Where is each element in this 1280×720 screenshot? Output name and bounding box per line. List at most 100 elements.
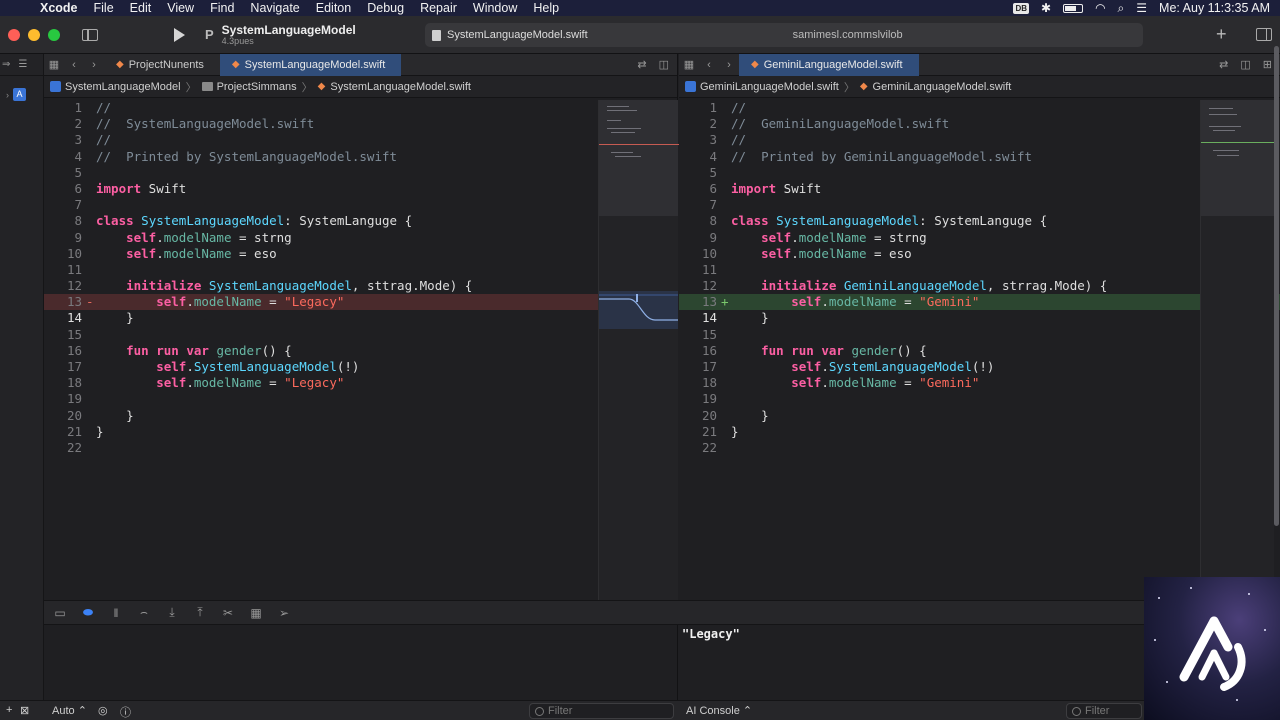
split-editor-icon[interactable]: ◫ — [1240, 58, 1250, 71]
code-line[interactable]: 10 self.modelName = eso — [44, 246, 677, 262]
code-line[interactable]: 5 — [679, 165, 1280, 181]
code-line[interactable]: 12 initialize SystemLanguageModel, sttra… — [44, 278, 677, 294]
code-line[interactable]: 21} — [679, 424, 1280, 440]
scissors-icon[interactable]: ✂ — [220, 606, 236, 620]
menu-debug[interactable]: Debug — [359, 1, 412, 15]
menu-editor[interactable]: Editon — [308, 1, 359, 15]
menu-find[interactable]: Find — [202, 1, 242, 15]
breadcrumb-item[interactable]: ProjectSimmans — [217, 81, 297, 93]
minimap-viewport[interactable] — [599, 100, 678, 216]
search-icon[interactable]: ⌕ — [1118, 1, 1125, 16]
code-line[interactable]: 20 } — [44, 408, 677, 424]
inspector-toggle-icon[interactable] — [1256, 28, 1272, 41]
menu-view[interactable]: View — [159, 1, 202, 15]
delete-icon[interactable]: ⊠ — [20, 704, 29, 717]
code-line[interactable]: 13 + self.modelName = "Gemini" — [679, 294, 1280, 311]
related-items-icon[interactable]: ⇄ — [637, 58, 646, 71]
breakpoints-icon[interactable]: ⬬ — [80, 605, 96, 620]
step-out-icon[interactable]: ⤒ — [192, 605, 208, 620]
breadcrumb-item[interactable]: SystemLanguageModel — [65, 81, 181, 93]
code-line[interactable]: 12 initialize GeminiLanguageModel, strra… — [679, 278, 1280, 294]
code-line[interactable]: 4 // Printed by GeminiLanguageModel.swift — [679, 149, 1280, 165]
view-hierarchy-icon[interactable]: ▦ — [248, 606, 264, 620]
code-editor-left[interactable]: 1 // 2 // SystemLanguageModel.swift 3 // 4 // P… — [44, 100, 677, 456]
tab-system-language-model[interactable]: ◆ SystemLanguageModel.swift — [219, 53, 402, 76]
code-line[interactable]: 21} — [44, 424, 677, 440]
breadcrumb-item[interactable]: GeminiLanguageModel.swift — [700, 81, 839, 93]
back-icon[interactable]: ‹ — [64, 59, 84, 71]
code-editor-right[interactable]: 1 // 2 // GeminiLanguageModel.swift 3 // 4 // P… — [679, 100, 1280, 456]
code-line[interactable]: 10 self.modelName = eso — [679, 246, 1280, 262]
hide-debug-area-icon[interactable]: ▭ — [52, 606, 68, 620]
disclosure-icon[interactable]: › — [6, 90, 9, 100]
menu-edit[interactable]: Edit — [122, 1, 160, 15]
menu-window[interactable]: Window — [465, 1, 525, 15]
code-line[interactable]: 16 fun run var gender() { — [679, 343, 1280, 359]
code-line[interactable]: 1 // — [679, 100, 1280, 116]
auto-select[interactable]: Auto ⌃ — [52, 704, 87, 717]
zoom-window-button[interactable] — [48, 28, 60, 41]
code-line[interactable]: 1 // — [44, 100, 677, 116]
code-line[interactable]: 9 self.modelName = strng — [679, 230, 1280, 246]
code-line[interactable]: 14 } — [44, 310, 677, 326]
menu-file[interactable]: File — [86, 1, 122, 15]
related-items-icon[interactable]: ⇄ — [1219, 58, 1228, 71]
navigator-toggle-icon[interactable] — [82, 28, 98, 41]
pause-icon[interactable]: ‖ — [108, 606, 124, 620]
code-line[interactable]: 9 self.modelName = strng — [44, 230, 677, 246]
forward-icon[interactable]: › — [84, 59, 104, 71]
grid-icon[interactable]: ▦ — [679, 58, 699, 71]
control-center-icon[interactable]: ☰ — [1136, 1, 1147, 15]
code-line[interactable]: 7 — [679, 197, 1280, 213]
code-line[interactable]: 15 — [44, 327, 677, 343]
vertical-scrollbar[interactable] — [1274, 46, 1279, 526]
db-badge-icon[interactable]: DB — [1013, 2, 1029, 14]
code-line[interactable]: 3 // — [44, 132, 677, 148]
console-filter[interactable]: Filter — [1066, 703, 1142, 719]
code-line[interactable]: 17 self.SystemLanguageModel(!) — [679, 359, 1280, 375]
info-icon[interactable]: ⓘ — [120, 704, 131, 720]
code-line[interactable]: 5 — [44, 165, 677, 181]
code-line[interactable]: 6 import Swift — [679, 181, 1280, 197]
menubar-clock[interactable]: Me: Auy 11:3:35 AM — [1159, 1, 1270, 15]
project-row[interactable]: › A — [0, 76, 43, 101]
code-line[interactable]: 2 // SystemLanguageModel.swift — [44, 116, 677, 132]
code-line[interactable]: 20 } — [679, 408, 1280, 424]
wifi-icon[interactable]: ◠ — [1095, 1, 1105, 15]
add-filter-icon[interactable]: + — [6, 704, 12, 716]
minimap-right[interactable] — [1200, 100, 1275, 600]
menu-navigate[interactable]: Navigate — [242, 1, 307, 15]
activity-view[interactable]: SystemLanguageModel.swift samimesl.comms… — [425, 23, 1143, 47]
tab-project-nunents[interactable]: ◆ ProjectNunents — [104, 54, 220, 76]
location-icon[interactable]: ➢ — [276, 606, 292, 620]
eye-icon[interactable]: ◎ — [98, 704, 108, 717]
code-line[interactable]: 14 } — [679, 310, 1280, 326]
breadcrumb-item[interactable]: GeminiLanguageModel.swift — [873, 81, 1012, 93]
code-line[interactable]: 18 self.modelName = "Legacy" — [44, 375, 677, 391]
code-line[interactable]: 8 class SystemLanguageModel: SystemLangug… — [679, 213, 1280, 229]
code-line[interactable]: 22 — [679, 440, 1280, 456]
code-line[interactable]: 6 import Swift — [44, 181, 677, 197]
code-line[interactable]: 22 — [44, 440, 677, 456]
close-window-button[interactable] — [8, 28, 20, 41]
code-line[interactable]: 19 — [44, 391, 677, 407]
tab-gemini-language-model[interactable]: ◆ GeminiLanguageModel.swift — [739, 53, 919, 76]
forward-icon[interactable]: › — [719, 59, 739, 71]
menu-app[interactable]: Xcode — [34, 1, 86, 15]
code-line[interactable]: 15 — [679, 327, 1280, 343]
code-line[interactable]: 17 self.SystemLanguageModel(!) — [44, 359, 677, 375]
minimize-window-button[interactable] — [28, 28, 40, 41]
menu-help[interactable]: Help — [525, 1, 567, 15]
code-line[interactable]: 4 // Printed by SystemLanguageModel.swift — [44, 149, 677, 165]
grid-icon[interactable]: ▦ — [44, 58, 64, 71]
code-line[interactable]: 11 — [44, 262, 677, 278]
step-over-icon[interactable]: ⌢ — [136, 605, 152, 620]
variables-filter[interactable]: Filter — [529, 703, 674, 719]
code-line[interactable]: 11 — [679, 262, 1280, 278]
minimap-viewport[interactable] — [1201, 100, 1274, 216]
split-editor-icon[interactable]: ⊞ — [1263, 58, 1272, 71]
code-line[interactable]: 3 // — [679, 132, 1280, 148]
navigator-arrows-icon[interactable]: ⇒ — [2, 59, 10, 70]
code-line[interactable]: 8 class SystemLanguageModel: SystemLangug… — [44, 213, 677, 229]
code-line[interactable]: 2 // GeminiLanguageModel.swift — [679, 116, 1280, 132]
